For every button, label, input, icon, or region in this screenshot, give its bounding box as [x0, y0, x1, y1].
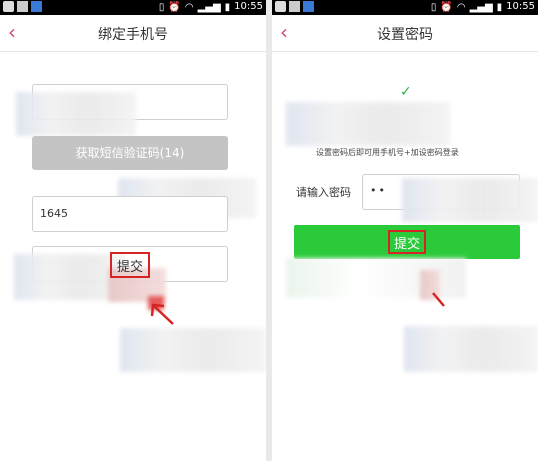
- arrow-icon: [432, 292, 445, 307]
- submit-highlight-box[interactable]: 提交: [110, 252, 150, 278]
- check-icon: ✓: [400, 84, 412, 100]
- status-icons: ▯ ⏰ ◠ ▂▄▆ ▮ 10:55: [159, 1, 263, 13]
- message-icon: [275, 1, 286, 12]
- blurred-region: [402, 178, 538, 222]
- header: ‹ 绑定手机号: [0, 15, 266, 52]
- vibrate-icon: ▯: [158, 1, 165, 13]
- image-icon: [289, 1, 300, 12]
- page-title: 设置密码: [377, 27, 433, 43]
- submit-label: 提交: [393, 236, 420, 252]
- message-icon: [3, 1, 14, 12]
- app-icon: [303, 1, 314, 12]
- get-sms-code-label: 获取短信验证码(14): [75, 146, 185, 160]
- arrow-icon: [150, 303, 174, 325]
- page-title: 绑定手机号: [98, 27, 168, 43]
- clock: 10:55: [234, 1, 263, 12]
- signal-icon: ▂▄▆: [197, 1, 221, 13]
- vibrate-icon: ▯: [430, 1, 437, 13]
- get-sms-code-button[interactable]: 获取短信验证码(14): [32, 136, 228, 170]
- blurred-region: [120, 328, 266, 372]
- phone-screen-set-password: ▯ ⏰ ◠ ▂▄▆ ▮ 10:55 ‹ 设置密码 ✓ 设置密码后即可用手机号+加…: [272, 0, 538, 461]
- blurred-region: [404, 326, 538, 372]
- password-label: 请输入密码: [296, 186, 351, 199]
- phone-screen-bind-phone: ▯ ⏰ ◠ ▂▄▆ ▮ 10:55 ‹ 绑定手机号 获取短信验证码(14) 16…: [0, 0, 266, 461]
- battery-icon: ▮: [224, 1, 231, 13]
- app-icon: [31, 1, 42, 12]
- alarm-icon: ⏰: [168, 1, 181, 13]
- battery-icon: ▮: [496, 1, 503, 13]
- blurred-region: [286, 102, 450, 146]
- status-bar: ▯ ⏰ ◠ ▂▄▆ ▮ 10:55: [272, 0, 538, 15]
- header: ‹ 设置密码: [272, 15, 538, 52]
- notification-icons: [3, 1, 42, 12]
- blurred-region: [16, 92, 136, 136]
- sms-code-value: 1645: [40, 207, 68, 220]
- alarm-icon: ⏰: [440, 1, 453, 13]
- status-bar: ▯ ⏰ ◠ ▂▄▆ ▮ 10:55: [0, 0, 266, 15]
- submit-label: 提交: [116, 259, 143, 275]
- wifi-icon: ◠: [456, 1, 466, 13]
- submit-highlight-box[interactable]: 提交: [388, 230, 426, 254]
- status-icons: ▯ ⏰ ◠ ▂▄▆ ▮ 10:55: [431, 1, 535, 13]
- notification-icons: [275, 1, 314, 12]
- password-hint: 设置密码后即可用手机号+加设密码登录: [316, 148, 459, 157]
- signal-icon: ▂▄▆: [469, 1, 493, 13]
- clock: 10:55: [506, 1, 535, 12]
- wifi-icon: ◠: [184, 1, 194, 13]
- password-value: ••: [370, 184, 387, 197]
- image-icon: [17, 1, 28, 12]
